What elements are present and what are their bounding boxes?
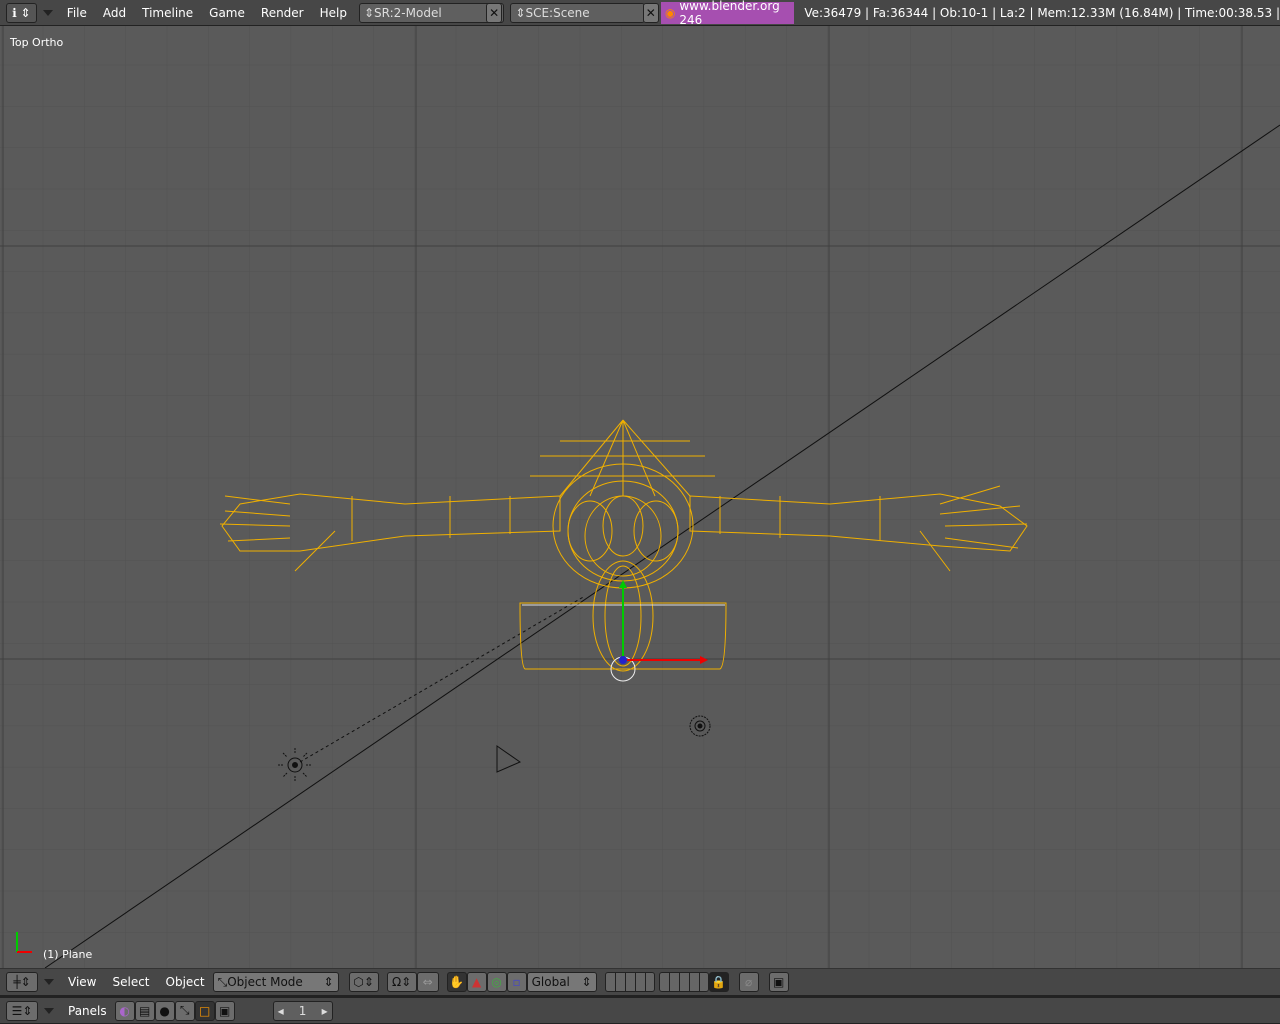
editing-context-icon[interactable]: □ [194,1000,215,1021]
scale-manipulator-icon[interactable]: ▫ [506,972,527,992]
menu-help[interactable]: Help [312,6,355,20]
3d-view-header: ╪⇕ View Select Object ⤡ Object Mode ⇕ ⬡⇕ … [0,968,1280,996]
pivot-selector[interactable]: Ω⇕ [386,972,417,992]
screen-name: SR:2-Model [374,5,442,20]
script-context-icon[interactable]: ▤ [134,1000,155,1021]
delete-scene-button[interactable]: ✕ [642,2,659,23]
mode-label: Object Mode [227,975,303,989]
scene-stats: Ve:36479 | Fa:36344 | Ob:10-1 | La:2 | M… [804,5,1280,20]
info-header: ℹ ⇕ File Add Timeline Game Render Help ⇕… [0,0,1280,27]
menu-game[interactable]: Game [201,6,253,20]
manipulator-toggle-hand-icon[interactable]: ✋ [446,972,467,992]
updown-icon: ⇕ [363,5,375,20]
version-text: www.blender.org 246 [679,0,780,27]
collapse-arrow-icon[interactable] [42,9,53,16]
frame-number-field[interactable]: ◂ 1 ▸ [272,1000,333,1021]
layer-buttons-2[interactable] [658,972,709,992]
viewport-canvas[interactable] [0,26,1280,968]
grid-minor [0,26,1280,968]
collapse-arrow-icon[interactable] [44,1007,54,1014]
manipulator-center[interactable] [619,656,627,664]
frame-value: 1 [298,1003,307,1018]
render-preview-icon[interactable]: ▣ [768,972,789,992]
editor-type-buttons-icon[interactable]: ☰⇕ [6,1000,38,1021]
blender-version-badge: ◉ www.blender.org 246 [661,0,795,27]
blender-logo-icon: ◉ [665,5,676,20]
delete-screen-button[interactable]: ✕ [485,2,503,23]
scene-selector[interactable]: ⇕ SCE:Scene [510,2,645,23]
active-object-label: (1) Plane [43,948,93,961]
object-context-icon[interactable]: ⤡ [174,1000,195,1021]
scene-context-icon[interactable]: ▣ [214,1000,235,1021]
screen-selector[interactable]: ⇕ SR:2-Model [358,2,504,23]
panels-menu[interactable]: Panels [60,1004,115,1018]
align-button[interactable]: ⇔ [416,972,439,992]
translate-manipulator-icon[interactable]: ▲ [466,972,487,992]
updown-icon: ⇕ [515,5,526,20]
collapse-arrow-icon[interactable] [44,979,54,985]
editor-type-3d-icon[interactable]: ╪⇕ [6,972,38,992]
menu-file[interactable]: File [59,6,95,20]
menu-timeline[interactable]: Timeline [134,6,201,20]
orientation-label: Global [531,975,570,989]
buttons-window-header: ☰⇕ Panels ◐ ▤ ● ⤡ □ ▣ ◂ 1 ▸ [0,996,1280,1024]
layer-buttons-1[interactable] [604,972,655,992]
rotate-manipulator-icon[interactable]: ◎ [486,972,507,992]
mode-selector[interactable]: ⤡ Object Mode ⇕ [212,972,339,992]
logic-context-icon[interactable]: ◐ [114,1000,135,1021]
scene-name: SCE:Scene [525,5,590,20]
menu-select[interactable]: Select [104,975,157,989]
draw-type-selector[interactable]: ⬡⇕ [348,972,379,992]
increment-arrow-icon[interactable]: ▸ [322,1004,328,1018]
snap-icon[interactable]: ⌀ [738,972,759,992]
shading-context-icon[interactable]: ● [154,1000,175,1021]
menu-render[interactable]: Render [253,6,312,20]
3d-viewport[interactable]: Top Ortho (1) Plane [0,26,1280,968]
menu-object[interactable]: Object [158,975,213,989]
info-editor-type-icon[interactable]: ℹ ⇕ [6,2,37,23]
object-mode-icon: ⤡ [217,974,228,989]
lock-layers-icon[interactable]: 🔒 [708,972,729,992]
orientation-selector[interactable]: Global ⇕ [526,972,597,992]
menu-view[interactable]: View [60,975,104,989]
decrement-arrow-icon[interactable]: ◂ [278,1004,284,1018]
menu-add[interactable]: Add [95,6,134,20]
view-name: Top Ortho [10,36,64,49]
